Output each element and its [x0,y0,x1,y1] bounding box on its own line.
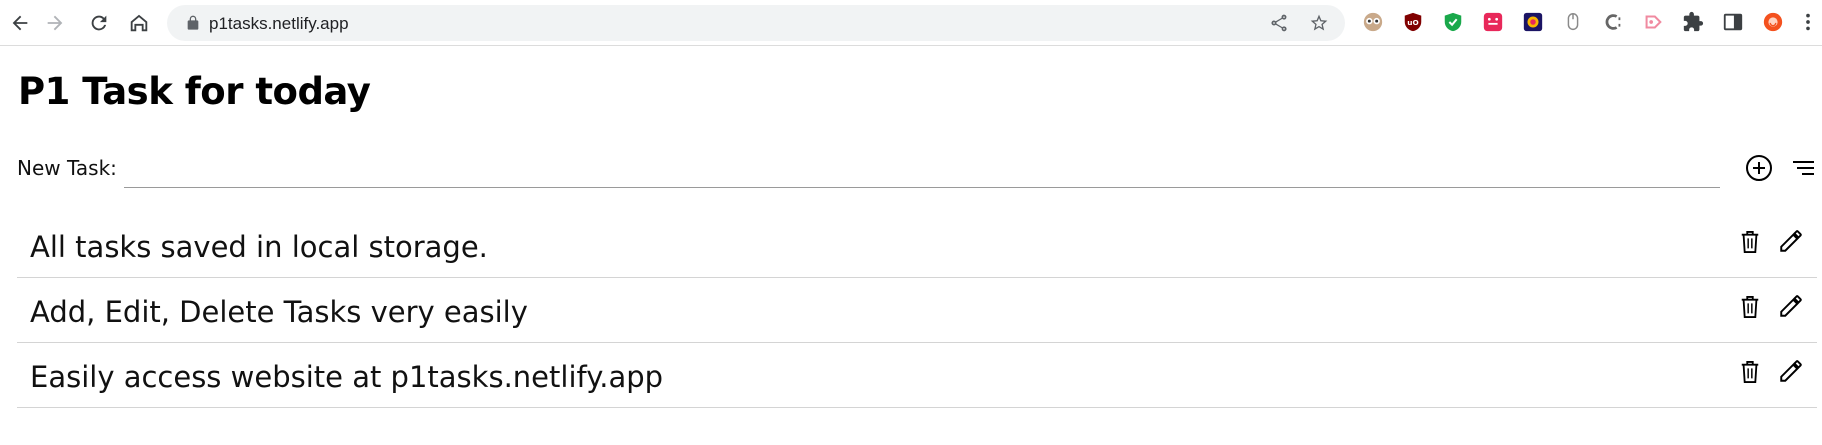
svg-text:uO: uO [1407,18,1418,27]
task-item: Easily access website at p1tasks.netlify… [17,343,1817,408]
address-bar[interactable]: p1tasks.netlify.app [167,5,1345,41]
task-item: All tasks saved in local storage. [17,213,1817,278]
back-button[interactable] [3,6,37,40]
pencil-icon [1780,360,1802,382]
task-text: Add, Edit, Delete Tasks very easily [30,295,528,329]
home-button[interactable] [122,6,156,40]
color-picker-icon[interactable] [1522,11,1544,33]
pencil-icon [1780,230,1802,252]
task-list: All tasks saved in local storage. Add, E… [17,213,1817,408]
reload-button[interactable] [82,6,116,40]
delete-task-button[interactable] [1737,228,1763,256]
forward-button[interactable] [38,6,72,40]
trash-icon [1741,231,1759,253]
bookmark-star-icon[interactable] [1309,13,1329,33]
task-text: All tasks saved in local storage. [30,230,488,264]
mouse-icon[interactable] [1562,11,1584,33]
task-item: Add, Edit, Delete Tasks very easily [17,278,1817,343]
edit-task-button[interactable] [1777,357,1805,385]
new-task-label: New Task: [17,156,117,180]
trash-icon [1741,361,1759,383]
plus-circle-icon [1746,155,1772,181]
new-task-input[interactable] [124,150,1720,188]
add-task-button[interactable] [1745,154,1773,182]
trash-icon [1741,296,1759,318]
delete-task-button[interactable] [1737,358,1763,386]
url-text: p1tasks.netlify.app [209,14,349,33]
calendar-extension-icon[interactable] [1482,11,1504,33]
edit-task-button[interactable] [1777,227,1805,255]
side-panel-icon[interactable] [1722,11,1744,33]
task-text: Easily access website at p1tasks.netlify… [30,360,664,394]
c-extension-icon[interactable] [1602,11,1624,33]
puzzle-icon[interactable] [1682,11,1704,33]
share-icon[interactable] [1269,13,1289,33]
sort-button[interactable] [1790,156,1816,180]
pencil-icon [1780,295,1802,317]
forward-arrow-icon [47,15,63,31]
browser-toolbar: p1tasks.netlify.app uO [0,0,1822,46]
shield-check-icon[interactable] [1442,11,1464,33]
more-menu-icon[interactable] [1800,11,1816,33]
home-icon [130,14,148,32]
delete-task-button[interactable] [1737,293,1763,321]
lock-icon [187,15,199,30]
page-title: P1 Task for today [18,70,371,113]
back-arrow-icon [12,15,28,31]
profile-avatar-icon[interactable] [1762,11,1784,33]
cast-icon[interactable] [1642,11,1664,33]
owl-extension-icon[interactable] [1362,11,1384,33]
reload-icon [91,15,107,31]
edit-task-button[interactable] [1777,292,1805,320]
ublock-icon[interactable]: uO [1402,11,1424,33]
sort-lines-icon [1793,161,1814,175]
